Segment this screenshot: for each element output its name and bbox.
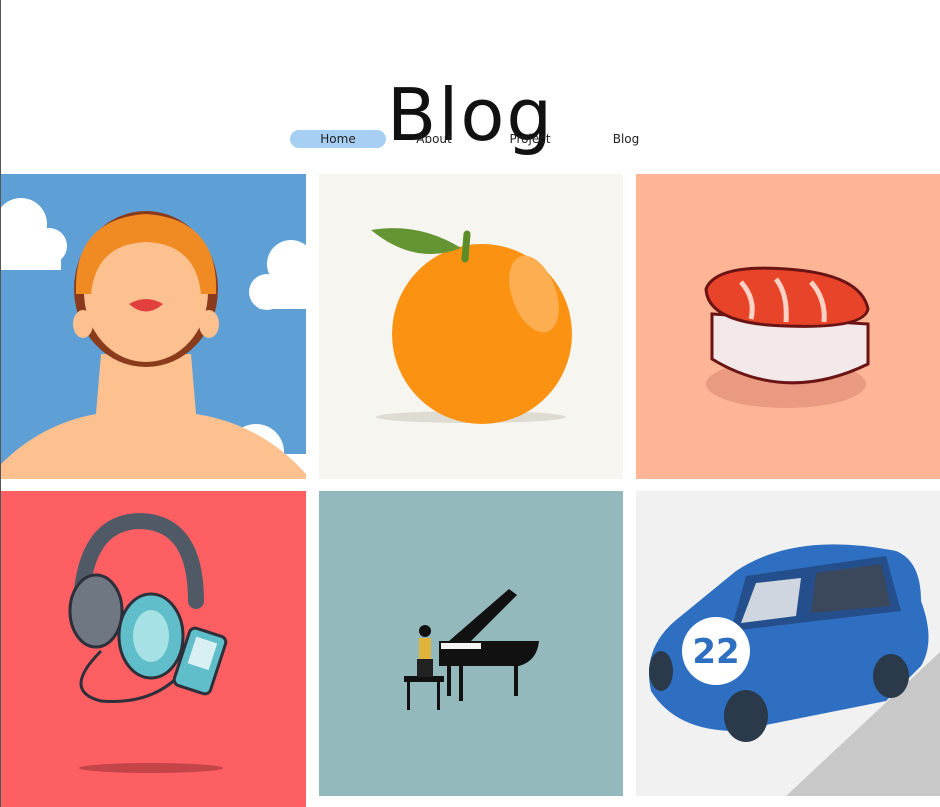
gallery-tile-woman[interactable] [1,174,306,479]
gallery-tile-orange[interactable] [319,174,623,479]
image-gallery: 22 [1,0,940,807]
headphones-music-player-illustration [1,491,306,807]
gallery-tile-piano[interactable] [319,491,623,796]
grand-piano-illustration [319,491,623,796]
blue-car-illustration: 22 [636,491,940,796]
woman-face-illustration [1,174,306,479]
gallery-tile-headphones[interactable] [1,491,306,807]
salmon-sushi-illustration [636,174,940,479]
gallery-tile-sushi[interactable] [636,174,940,479]
car-number-label: 22 [692,632,739,672]
gallery-tile-car[interactable]: 22 [636,491,940,796]
orange-fruit-illustration [319,174,623,479]
